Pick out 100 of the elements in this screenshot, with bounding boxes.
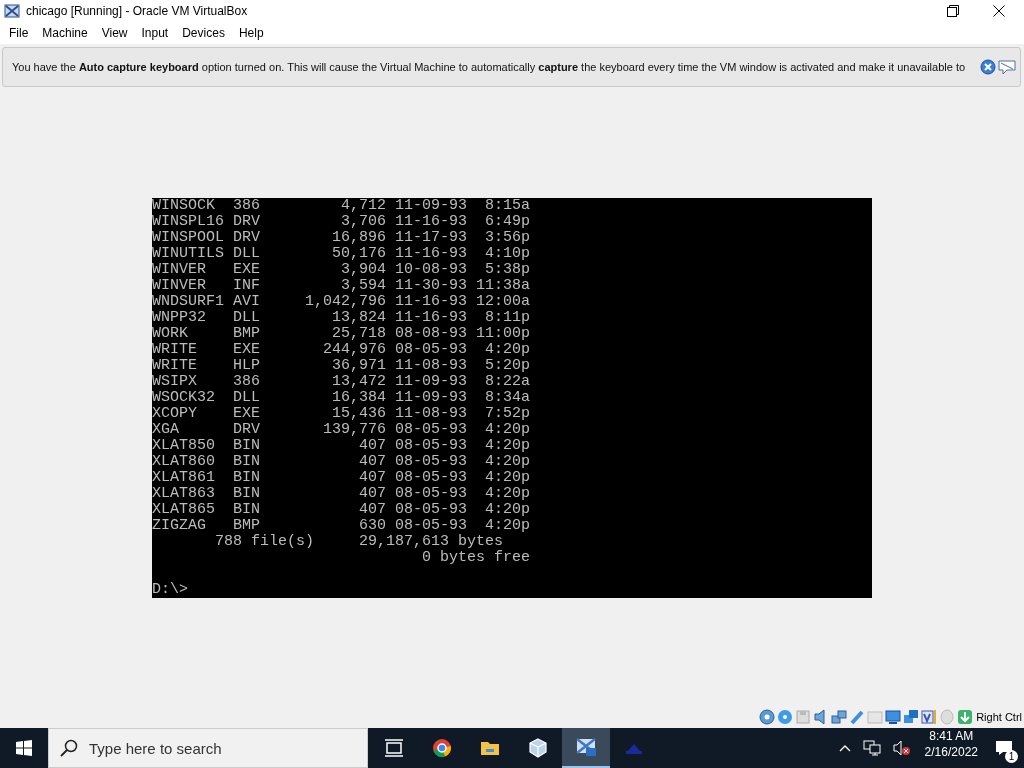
file-time: 4:20p <box>485 437 530 454</box>
display-icon[interactable] <box>885 709 902 725</box>
file-extension: BIN <box>233 438 260 454</box>
file-size: 50,176 <box>332 245 386 262</box>
restore-button[interactable] <box>947 5 959 17</box>
file-extension: DRV <box>233 230 260 246</box>
file-date: 11-30-93 <box>395 278 467 294</box>
optical-disc-icon[interactable] <box>777 709 794 725</box>
search-icon <box>60 739 78 757</box>
file-extension: 386 <box>233 198 260 214</box>
menu-item[interactable]: Machine <box>35 24 95 42</box>
file-time: 4:20p <box>485 341 530 358</box>
file-time: 4:20p <box>485 469 530 486</box>
file-time: 4:20p <box>485 501 530 518</box>
search-field[interactable]: Type here to search <box>48 728 368 768</box>
file-time: 4:20p <box>485 517 530 534</box>
file-name: WSOCK32 <box>152 390 216 406</box>
file-count: 788 file(s) <box>215 534 315 550</box>
file-extension: BMP <box>233 326 260 342</box>
menu-item[interactable]: File <box>2 24 36 42</box>
network-icon[interactable] <box>831 709 848 725</box>
file-extension: INF <box>233 278 260 294</box>
file-extension: DRV <box>233 422 260 438</box>
file-size: 1,042,796 <box>305 293 386 310</box>
file-size: 139,776 <box>323 421 386 438</box>
file-time: 11:00p <box>476 325 530 342</box>
file-name: WSIPX <box>152 374 198 390</box>
file-size: 15,436 <box>332 405 386 422</box>
file-time: 4:20p <box>485 421 530 438</box>
clock[interactable]: 8:41 AM 2/16/2022 <box>918 728 984 768</box>
usb-icon[interactable] <box>849 709 866 725</box>
cube-icon <box>528 738 548 758</box>
menu-item[interactable]: Help <box>231 24 271 42</box>
file-time: 4:10p <box>485 245 530 262</box>
file-date: 11-16-93 <box>395 310 467 326</box>
window-title: chicago [Running] - Oracle VM VirtualBox <box>26 4 249 18</box>
file-date: 08-05-93 <box>395 486 467 502</box>
file-date: 08-05-93 <box>395 502 467 518</box>
file-extension: 386 <box>233 374 260 390</box>
file-extension: BIN <box>233 454 260 470</box>
file-name: XLAT860 <box>152 454 216 470</box>
file-extension: DLL <box>233 246 260 262</box>
file-date: 11-16-93 <box>395 294 467 310</box>
file-date: 08-05-93 <box>395 518 467 534</box>
file-time: 8:34a <box>485 389 530 406</box>
video-capture-icon[interactable] <box>903 709 920 725</box>
file-extension: BIN <box>233 486 260 502</box>
file-size: 630 <box>359 517 386 534</box>
file-time: 8:15a <box>485 197 530 214</box>
menu-item[interactable]: Devices <box>175 24 232 42</box>
file-date: 10-08-93 <box>395 262 467 278</box>
taskbar-app-button[interactable] <box>562 728 610 768</box>
file-name: ZIGZAG <box>152 518 207 534</box>
file-size: 25,718 <box>332 325 386 342</box>
cpu-icon[interactable] <box>921 709 938 725</box>
file-date: 08-05-93 <box>395 422 467 438</box>
file-extension: AVI <box>233 294 260 310</box>
task-view-icon <box>384 738 404 758</box>
chevron-up-icon[interactable] <box>838 744 851 752</box>
file-extension: EXE <box>233 406 260 422</box>
file-name: WORK <box>152 326 189 342</box>
file-time: 5:38p <box>485 261 530 278</box>
close-button[interactable] <box>993 5 1005 17</box>
speech-bubble-icon[interactable] <box>998 59 1016 75</box>
file-date: 08-05-93 <box>395 342 467 358</box>
vm-window-icon <box>4 3 20 19</box>
file-date: 11-09-93 <box>395 198 467 214</box>
windows-logo-icon <box>16 740 32 756</box>
menu-item[interactable]: View <box>94 24 135 42</box>
file-extension: DRV <box>233 214 260 230</box>
file-date: 08-08-93 <box>395 326 467 342</box>
file-time: 8:11p <box>485 309 530 326</box>
download-icon[interactable] <box>957 709 974 725</box>
file-date: 11-08-93 <box>395 358 467 374</box>
menu-item[interactable]: Input <box>134 24 176 42</box>
file-time: 6:49p <box>485 213 530 230</box>
file-name: WINVER <box>152 262 207 278</box>
file-name: WRITE <box>152 358 198 374</box>
file-date: 11-08-93 <box>395 406 467 422</box>
file-date: 11-17-93 <box>395 230 467 246</box>
window-icon <box>576 737 596 757</box>
file-time: 11:38a <box>476 277 530 294</box>
file-size: 407 <box>359 501 386 518</box>
file-date: 08-05-93 <box>395 438 467 454</box>
file-time: 3:56p <box>485 229 530 246</box>
file-extension: DLL <box>233 390 260 406</box>
file-size: 407 <box>359 437 386 454</box>
file-name: WINSOCK <box>152 198 216 214</box>
file-size: 407 <box>359 469 386 486</box>
network-icon[interactable] <box>862 740 881 756</box>
file-extension: DLL <box>233 310 260 326</box>
file-date: 11-16-93 <box>395 246 467 262</box>
file-name: XGA <box>152 422 180 438</box>
close-icon[interactable] <box>980 59 996 75</box>
file-time: 8:22a <box>485 373 530 390</box>
file-name: XLAT850 <box>152 438 216 454</box>
file-time: 4:20p <box>485 485 530 502</box>
speaker-muted-icon[interactable] <box>892 740 911 756</box>
file-size: 3,594 <box>341 277 386 294</box>
file-name: XCOPY <box>152 406 198 422</box>
